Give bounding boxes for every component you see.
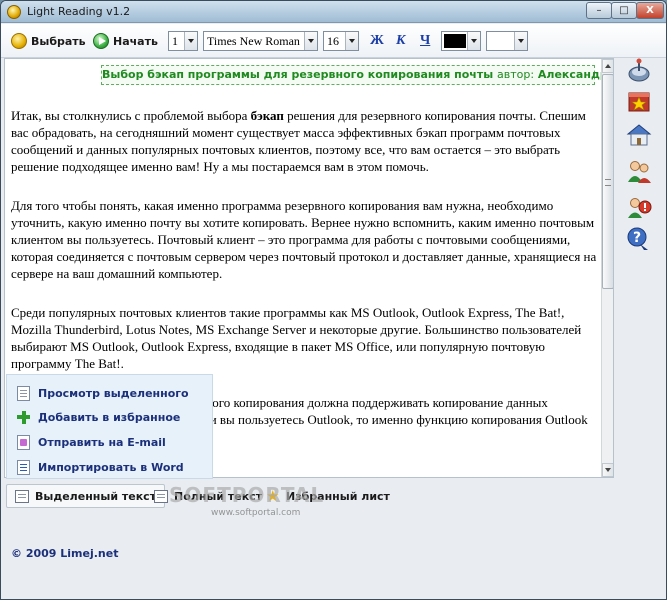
chevron-down-icon[interactable] xyxy=(304,32,317,50)
underline-button[interactable]: Ч xyxy=(420,33,430,49)
article-header: Выбор бэкап программы для резервного коп… xyxy=(101,65,613,85)
tab-label: Выделенный текст xyxy=(35,489,157,503)
minimize-button[interactable]: – xyxy=(586,2,612,19)
bold-text: бэкап xyxy=(250,108,284,123)
select-icon xyxy=(11,33,27,49)
document-icon xyxy=(17,385,30,401)
menu-item-label: Импортировать в Word xyxy=(38,460,184,474)
word-icon xyxy=(17,459,30,475)
paragraph: Итак, вы столкнулись с проблемой выбора … xyxy=(11,107,599,175)
close-button[interactable]: X xyxy=(636,2,664,19)
font-family-select[interactable]: Times New Roman xyxy=(203,31,318,51)
satellite-icon[interactable] xyxy=(626,58,652,84)
paragraph-text: Итак, вы столкнулись с проблемой выбора xyxy=(11,108,251,123)
scroll-down-button[interactable] xyxy=(602,463,613,477)
chevron-down-icon[interactable] xyxy=(184,32,197,50)
chevron-down-icon[interactable] xyxy=(345,32,358,50)
select-button-label: Выбрать xyxy=(31,34,86,48)
font-family-value: Times New Roman xyxy=(207,34,300,48)
toolbar: Выбрать Начать 1 Times New Roman 16 Ж К … xyxy=(1,24,666,58)
help-icon[interactable]: ? xyxy=(626,226,652,252)
article-title: Выбор бэкап программы для резервного коп… xyxy=(102,68,494,81)
menu-item-label: Добавить в избранное xyxy=(38,410,181,424)
font-size-value: 16 xyxy=(327,34,339,48)
start-button[interactable]: Начать xyxy=(93,32,158,50)
document-icon xyxy=(15,489,29,503)
vertical-scrollbar[interactable] xyxy=(601,59,613,477)
menu-item-label: Отправить на E-mail xyxy=(38,435,166,449)
tab-selected-text[interactable]: Выделенный текст xyxy=(6,484,166,508)
italic-button[interactable]: К xyxy=(396,33,406,49)
home-icon[interactable] xyxy=(626,122,652,148)
users-icon[interactable] xyxy=(626,158,652,184)
title-bar[interactable]: Light Reading v1.2 – □ X xyxy=(1,1,666,23)
scroll-up-button[interactable] xyxy=(602,59,613,73)
background-color-picker[interactable] xyxy=(486,31,528,51)
bold-button[interactable]: Ж xyxy=(370,33,384,49)
favorites-icon[interactable] xyxy=(626,88,652,114)
page-select[interactable]: 1 xyxy=(168,31,198,51)
select-button[interactable]: Выбрать xyxy=(11,32,86,50)
page-select-value: 1 xyxy=(172,34,178,48)
plus-icon xyxy=(17,410,30,425)
chevron-down-icon[interactable] xyxy=(514,32,527,50)
font-size-select[interactable]: 16 xyxy=(323,31,359,51)
app-window: Light Reading v1.2 – □ X Выбрать Начать … xyxy=(0,0,667,600)
menu-item-label: Просмотр выделенного xyxy=(38,386,189,400)
window-title: Light Reading v1.2 xyxy=(27,5,131,18)
paragraph: Среди популярных почтовых клиентов такие… xyxy=(11,305,582,371)
watermark-url: www.softportal.com xyxy=(211,508,301,518)
scroll-thumb[interactable] xyxy=(602,74,613,289)
chevron-down-icon[interactable] xyxy=(467,32,480,50)
copyright-link[interactable]: © 2009 Limej.net xyxy=(11,547,118,560)
author-label: автор: xyxy=(497,68,535,81)
start-button-label: Начать xyxy=(113,34,158,48)
svg-text:?: ? xyxy=(633,230,641,246)
paragraph: Для того чтобы понять, какая именно прог… xyxy=(11,198,597,281)
book-icon xyxy=(154,489,168,503)
warning-icon[interactable] xyxy=(626,194,652,220)
menu-item-add-favorites[interactable]: Добавить в избранное xyxy=(17,408,180,426)
text-color-picker[interactable] xyxy=(441,31,481,51)
watermark-logo: SOFTPORTAL xyxy=(169,483,325,507)
app-logo-icon xyxy=(7,5,21,19)
menu-item-import-word[interactable]: Импортировать в Word xyxy=(17,458,184,476)
menu-item-view-selected[interactable]: Просмотр выделенного xyxy=(17,384,189,402)
mail-icon xyxy=(17,434,30,450)
menu-item-send-email[interactable]: Отправить на E-mail xyxy=(17,433,166,451)
maximize-button[interactable]: □ xyxy=(611,2,637,19)
play-icon xyxy=(93,33,109,49)
text-color-fill xyxy=(444,34,466,48)
side-toolbar: ? xyxy=(619,58,663,258)
context-menu: Просмотр выделенного Добавить в избранно… xyxy=(6,374,213,479)
